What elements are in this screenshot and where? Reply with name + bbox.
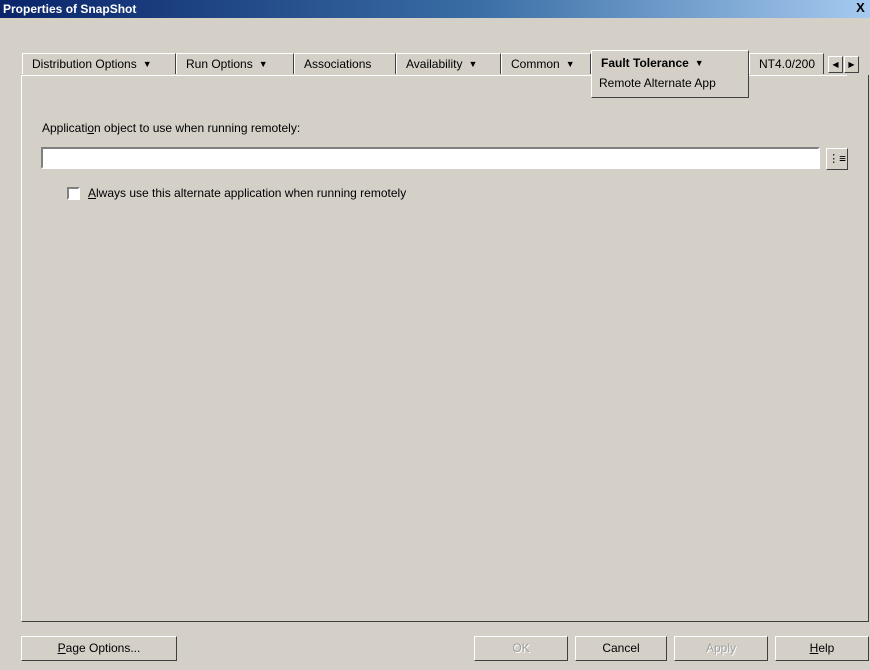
- always-use-alternate-label: Always use this alternate application wh…: [88, 186, 407, 200]
- tab-label: Fault Tolerance: [601, 56, 689, 70]
- application-object-label: Application object to use when running r…: [42, 121, 301, 135]
- window-title: Properties of SnapShot: [3, 2, 137, 16]
- chevron-down-icon[interactable]: ▼: [143, 54, 152, 74]
- tab-common[interactable]: Common ▼: [501, 53, 591, 74]
- application-object-input[interactable]: [41, 147, 820, 169]
- scroll-left-icon[interactable]: ◀: [828, 56, 843, 73]
- chevron-down-icon[interactable]: ▼: [259, 54, 268, 74]
- tab-scroll-arrows: ◀ ▶: [828, 56, 859, 73]
- cancel-button[interactable]: Cancel: [575, 636, 667, 661]
- tab-label: NT4.0/200: [759, 57, 816, 71]
- tab-strip: Distribution Options ▼ Run Options ▼ Assoc…: [22, 50, 847, 98]
- ok-button[interactable]: OK: [474, 636, 568, 661]
- tab-label: Run Options: [186, 57, 253, 71]
- chevron-down-icon[interactable]: ▼: [695, 51, 704, 75]
- tab-distribution-options[interactable]: Distribution Options ▼: [22, 53, 176, 74]
- tab-nt4-2000[interactable]: NT4.0/200: [749, 53, 824, 74]
- always-use-alternate-checkbox[interactable]: [67, 186, 80, 200]
- tab-associations[interactable]: Associations: [294, 53, 396, 74]
- tree-browse-icon: ⋮≡: [828, 152, 846, 165]
- title-bar: Properties of SnapShot X: [0, 0, 870, 18]
- subtab-remote-alternate-app[interactable]: Remote Alternate App: [599, 75, 716, 91]
- scroll-right-icon[interactable]: ▶: [844, 56, 859, 73]
- tab-label: Associations: [304, 57, 372, 71]
- tab-availability[interactable]: Availability ▼: [396, 53, 501, 74]
- tab-label: Common: [511, 57, 560, 71]
- always-use-alternate-option[interactable]: Always use this alternate application wh…: [67, 186, 406, 200]
- help-button[interactable]: Help: [775, 636, 869, 661]
- close-button[interactable]: X: [853, 1, 868, 15]
- apply-button[interactable]: Apply: [674, 636, 768, 661]
- chevron-down-icon[interactable]: ▼: [468, 54, 477, 74]
- browse-object-button[interactable]: ⋮≡: [826, 148, 848, 170]
- chevron-down-icon[interactable]: ▼: [566, 54, 575, 74]
- tab-label: Availability: [406, 57, 463, 71]
- tab-label: Distribution Options: [32, 57, 137, 71]
- tab-run-options[interactable]: Run Options ▼: [176, 53, 294, 74]
- tab-fault-tolerance[interactable]: Fault Tolerance ▼ Remote Alternate App: [591, 50, 749, 98]
- page-options-button[interactable]: Page Options...: [21, 636, 177, 661]
